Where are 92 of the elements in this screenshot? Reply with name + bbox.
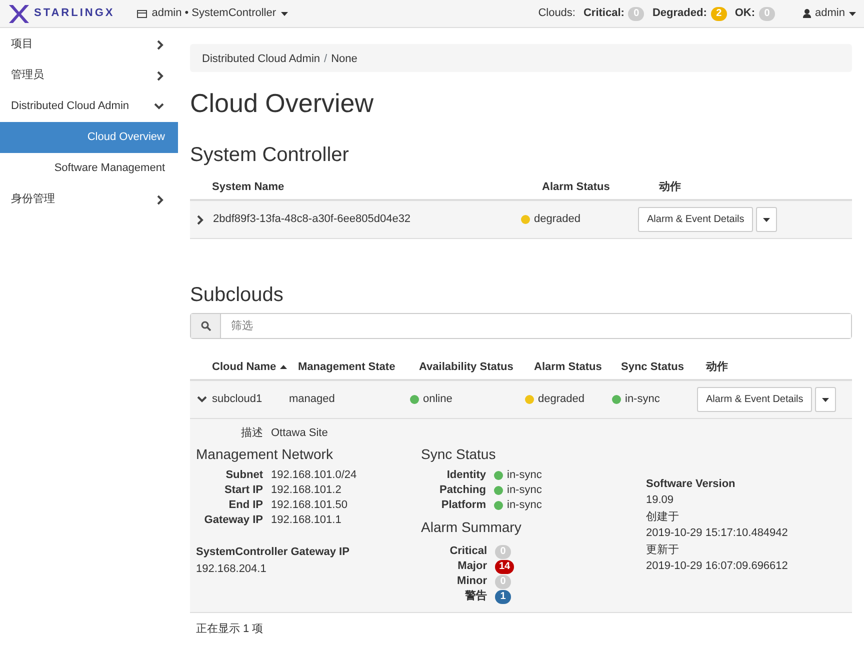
table-cell-text: managed — [289, 392, 336, 408]
filter-field[interactable]: 筛选 — [190, 313, 852, 340]
breadcrumb-item: None — [331, 52, 358, 65]
project-name: admin • SystemController — [152, 6, 276, 22]
chevron-right-icon[interactable] — [197, 214, 204, 225]
count-label: OK: — [734, 6, 756, 22]
detail-value: 192.168.204.1 — [196, 562, 268, 577]
status-text: online — [423, 392, 452, 408]
sidebar-subitem[interactable]: Cloud Overview — [0, 122, 178, 153]
column-header[interactable]: Management State — [298, 358, 419, 376]
detail-label: Major — [456, 559, 487, 574]
logo-icon — [8, 4, 30, 24]
column-header[interactable]: Sync Status — [621, 358, 706, 376]
column-header: System Name — [212, 180, 286, 195]
section-title: Subclouds — [190, 283, 284, 308]
count-badge: 14 — [495, 560, 514, 574]
detail-label: 警告 — [464, 589, 487, 604]
detail-label: 更新于 — [646, 542, 680, 558]
sidebar-item[interactable]: Distributed Cloud Admin — [11, 98, 130, 115]
detail-value: 19.09 — [646, 493, 675, 508]
caret-down-icon — [281, 12, 288, 16]
server-icon — [136, 10, 147, 18]
caret-down-icon — [822, 398, 830, 402]
detail-value: 192.168.101.2 — [271, 483, 342, 498]
breadcrumb-separator: / — [324, 52, 328, 65]
column-header[interactable]: Availability Status — [419, 358, 534, 376]
count-badge: 1 — [495, 590, 511, 604]
status-text: in-sync — [507, 483, 542, 498]
count-badge: 2 — [710, 6, 727, 20]
details-button[interactable]: Alarm & Event Details — [697, 387, 812, 412]
clouds-label: Clouds: — [538, 6, 576, 22]
item-count: 正在显示 1 项 — [195, 622, 264, 638]
sidebar-item[interactable]: 身份管理 — [11, 191, 55, 208]
detail-label: End IP — [228, 498, 263, 514]
sidebar-item[interactable]: 项目 — [11, 36, 33, 53]
detail-label: Identity — [446, 468, 486, 484]
sidebar-item[interactable]: 管理员 — [11, 67, 44, 84]
user-menu[interactable]: admin — [803, 5, 856, 22]
detail-label: Minor — [456, 574, 487, 590]
dropdown-button[interactable] — [815, 387, 836, 412]
subsection-title: Sync Status — [421, 446, 497, 462]
user-icon — [803, 9, 812, 18]
detail-label: Start IP — [223, 483, 263, 498]
column-header[interactable]: Cloud Name — [212, 358, 298, 376]
subsection-title: Management Network — [196, 446, 334, 462]
detail-label: Subnet — [224, 468, 263, 484]
search-icon — [200, 321, 210, 332]
detail-label: SystemController Gateway IP — [196, 545, 350, 560]
table-cell-text: 2bdf89f3-13fa-48c8-a30f-6ee805d04e32 — [213, 212, 412, 228]
status-text: degraded — [538, 392, 584, 408]
detail-value: 192.168.101.0/24 — [271, 468, 357, 484]
detail-value: 2019-10-29 16:07:09.696612 — [646, 559, 788, 574]
chevron-right-icon[interactable] — [157, 40, 164, 50]
chevron-down-icon[interactable] — [197, 396, 207, 404]
detail-value: Ottawa Site — [271, 426, 328, 442]
detail-value: 192.168.101.1 — [271, 513, 342, 528]
detail-label: 创建于 — [646, 510, 680, 525]
page-title: Cloud Overview — [190, 88, 375, 120]
detail-label: Platform — [440, 498, 486, 514]
subsection-title: Alarm Summary — [421, 519, 522, 536]
user-name: admin — [815, 6, 845, 22]
section-title: System Controller — [190, 143, 350, 168]
column-header: 动作 — [659, 180, 681, 195]
chevron-down-icon[interactable] — [154, 103, 164, 110]
brand-name: STARLINGX — [34, 6, 115, 22]
sidebar-subitem[interactable]: Software Management — [0, 153, 178, 184]
chevron-right-icon[interactable] — [157, 194, 164, 204]
status-text: degraded — [534, 212, 580, 228]
chevron-right-icon[interactable] — [157, 70, 164, 80]
dropdown-button[interactable] — [756, 207, 778, 232]
caret-down-icon — [763, 218, 770, 222]
status-text: in-sync — [625, 392, 660, 408]
column-header[interactable]: 动作 — [706, 358, 728, 376]
detail-value: 2019-10-29 15:17:10.484942 — [646, 526, 788, 542]
column-header: Alarm Status — [542, 180, 611, 195]
caret-down-icon — [849, 12, 856, 16]
project-switcher[interactable]: admin • SystemController — [136, 5, 288, 22]
detail-label: Patching — [438, 483, 486, 498]
status-text: in-sync — [507, 498, 542, 514]
breadcrumb-item[interactable]: Distributed Cloud Admin — [202, 51, 320, 65]
detail-label: Software Version — [646, 476, 736, 492]
count-label: Degraded: — [652, 6, 707, 22]
detail-label: Gateway IP — [203, 513, 263, 528]
sort-ascending-icon[interactable] — [280, 365, 288, 370]
detail-label: Critical — [448, 544, 487, 560]
column-header[interactable]: Alarm Status — [534, 358, 621, 376]
detail-label: 描述 — [240, 426, 263, 442]
table-cell-text: subcloud1 — [212, 392, 264, 408]
count-label: Critical: — [583, 6, 624, 22]
detail-value: 192.168.101.50 — [271, 498, 348, 514]
details-button[interactable]: Alarm & Event Details — [638, 207, 754, 232]
status-text: in-sync — [507, 468, 542, 484]
